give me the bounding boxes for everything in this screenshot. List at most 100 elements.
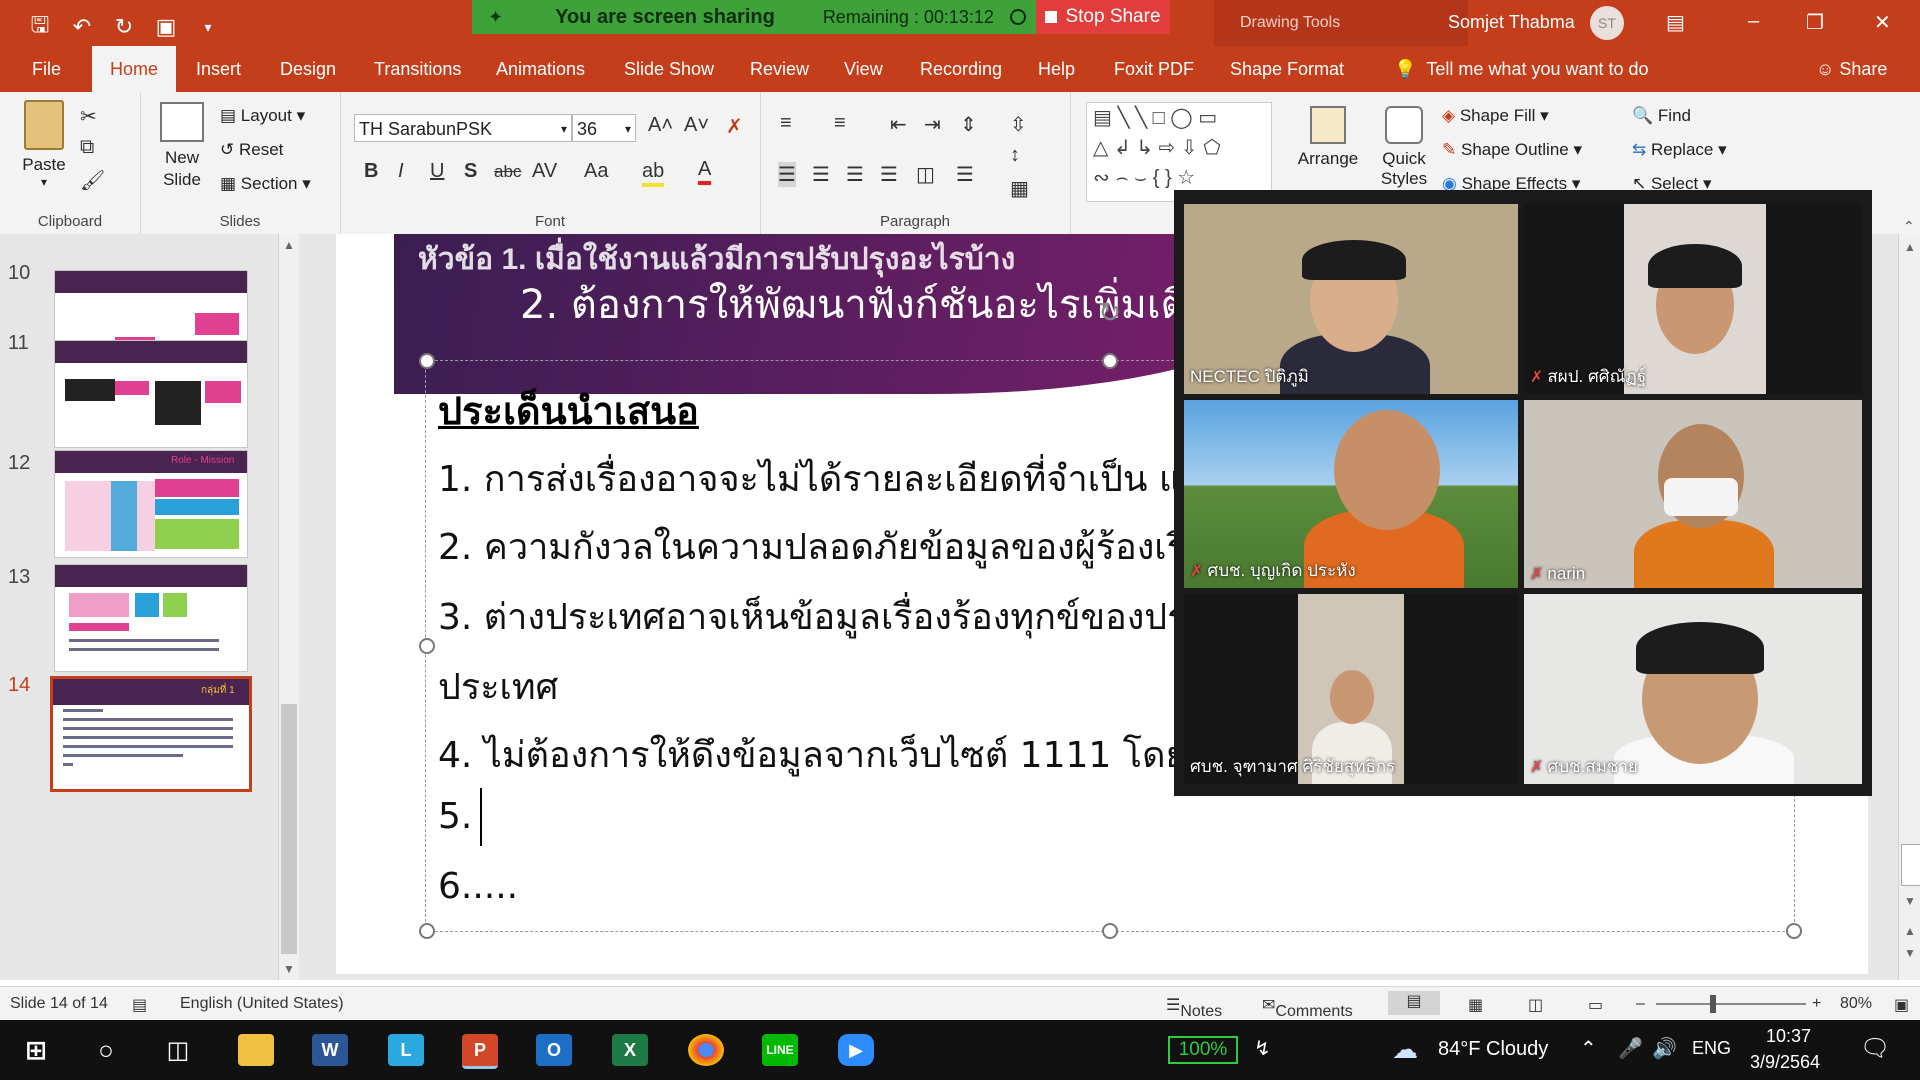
slideshow-view-icon[interactable]: ▭	[1588, 995, 1603, 1015]
rotate-handle-icon[interactable]: ↻	[1098, 296, 1121, 329]
replace-button[interactable]: ⇆ Replace ▾	[1632, 140, 1727, 160]
quick-styles-button[interactable]: Quick Styles	[1372, 106, 1436, 189]
slide-item-4[interactable]: 4. ไม่ต้องการให้ดึงข้อมูลจากเว็บไซต์ 111…	[438, 726, 1210, 783]
video-gallery-window[interactable]: NECTEC ปิติภูมิ ✗ สผป. ศศิณัฏฐ์ ✗ ศบช. บุญ…	[1174, 190, 1872, 796]
zoom-slider[interactable]	[1656, 1003, 1806, 1005]
tab-shape-format[interactable]: Shape Format	[1230, 46, 1344, 92]
tab-animations[interactable]: Animations	[496, 46, 585, 92]
justify-icon[interactable]: ☰	[880, 162, 898, 187]
increase-indent-icon[interactable]: ⇥	[924, 112, 941, 137]
clear-formatting-icon[interactable]: ✗	[726, 114, 743, 139]
pin-icon[interactable]: ✦	[488, 7, 503, 28]
font-size-combo[interactable]: 36 ▾	[572, 114, 636, 142]
tell-me-search[interactable]: 💡 Tell me what you want to do	[1394, 46, 1649, 92]
zoom-slider-thumb[interactable]	[1710, 995, 1716, 1013]
tab-help[interactable]: Help	[1038, 46, 1075, 92]
tab-slide-show[interactable]: Slide Show	[624, 46, 714, 92]
character-spacing-icon[interactable]: AV	[532, 160, 557, 183]
shape-outline-button[interactable]: ✎ Shape Outline ▾	[1442, 140, 1582, 160]
arrange-button[interactable]: Arrange	[1296, 106, 1360, 169]
slide-item-3[interactable]: 3. ต่างประเทศอาจเห็นข้อมูลเรื่องร้องทุกข…	[438, 588, 1206, 645]
show-hidden-icons[interactable]: ⌃	[1580, 1036, 1597, 1061]
copy-icon[interactable]: ⧉	[80, 136, 94, 159]
tab-review[interactable]: Review	[750, 46, 809, 92]
video-tile[interactable]: NECTEC ปิติภูมิ	[1184, 204, 1518, 394]
search-icon[interactable]: ○	[88, 1034, 124, 1066]
smartart-icon[interactable]: ▦	[1010, 176, 1029, 201]
highlight-icon[interactable]: ab	[642, 160, 665, 187]
tab-file[interactable]: File	[32, 46, 61, 92]
tab-transitions[interactable]: Transitions	[374, 46, 461, 92]
app-l-icon[interactable]: L	[388, 1034, 424, 1066]
slide-item-3-cont[interactable]: ประเทศ	[438, 658, 558, 715]
avatar[interactable]: ST	[1590, 6, 1624, 40]
battery-indicator[interactable]: 100%	[1168, 1036, 1238, 1064]
reading-view-icon[interactable]: ◫	[1528, 995, 1543, 1015]
zoom-level[interactable]: 80%	[1840, 995, 1872, 1013]
slide-scrollbar[interactable]: ⌃ ▲ ▼ ▲ ▼	[1898, 218, 1920, 980]
zoom-out-icon[interactable]: –	[1636, 995, 1645, 1013]
file-explorer-icon[interactable]	[238, 1034, 274, 1066]
layout-button[interactable]: ▤ Layout ▾	[220, 106, 305, 126]
align-right-icon[interactable]: ☰	[846, 162, 864, 187]
ribbon-display-options-icon[interactable]: ▤	[1666, 10, 1685, 35]
thumbnails-scrollbar[interactable]: ▲ ▼	[278, 234, 299, 980]
zoom-in-icon[interactable]: +	[1812, 995, 1821, 1013]
slide-item-5[interactable]: 5.	[438, 796, 472, 837]
share-button[interactable]: ☺ Share	[1816, 46, 1887, 92]
thumbnail-slide-14[interactable]: กลุ่มที่ 1	[50, 676, 252, 792]
video-tile[interactable]: ✗ สผป. ศศิณัฏฐ์	[1524, 204, 1862, 394]
resize-handle-bl[interactable]	[419, 923, 435, 939]
scroll-up-icon[interactable]: ▲	[1904, 240, 1916, 254]
font-color-icon[interactable]: A	[698, 158, 712, 185]
start-from-beginning-icon[interactable]: ▣	[154, 14, 178, 40]
tab-design[interactable]: Design	[280, 46, 336, 92]
decrease-font-icon[interactable]: A˅	[684, 114, 709, 137]
normal-view-icon[interactable]: ▤	[1388, 991, 1440, 1015]
minimize-icon[interactable]: –	[1748, 10, 1759, 33]
video-tile[interactable]: ✗ narin	[1524, 400, 1862, 588]
scroll-down-icon[interactable]: ▼	[1904, 894, 1916, 908]
shape-fill-button[interactable]: ◈ Shape Fill ▾	[1442, 106, 1549, 126]
video-tile[interactable]: ศบช. จุฑามาศ ศิริชัยสุทธิกร	[1184, 594, 1518, 784]
weather[interactable]: 84°F Cloudy	[1438, 1038, 1548, 1061]
user-name[interactable]: Somjet Thabma	[1448, 12, 1575, 33]
input-language[interactable]: ENG	[1692, 1038, 1731, 1059]
tab-foxit-pdf[interactable]: Foxit PDF	[1114, 46, 1194, 92]
section-button[interactable]: ▦ Section ▾	[220, 174, 311, 194]
resize-handle-tl[interactable]	[419, 353, 435, 369]
excel-icon[interactable]: X	[612, 1034, 648, 1066]
previous-slide-icon[interactable]: ▲	[1904, 924, 1916, 938]
collapse-ribbon-icon[interactable]: ⌃	[1903, 218, 1915, 235]
align-left-icon[interactable]: ☰	[778, 162, 796, 187]
columns-icon[interactable]: ◫	[916, 162, 935, 187]
slide-item-1[interactable]: 1. การส่งเรื่องอาจจะไม่ได้รายละเอียดที่จ…	[438, 450, 1204, 507]
decrease-indent-icon[interactable]: ⇤	[890, 112, 907, 137]
italic-icon[interactable]: I	[398, 160, 404, 183]
shadow-icon[interactable]: S	[464, 160, 477, 183]
scroll-up-icon[interactable]: ▲	[283, 238, 295, 252]
chrome-icon[interactable]	[688, 1034, 724, 1066]
slide-item-2[interactable]: 2. ความกังวลในความปลอดภัยข้อมูลของผู้ร้อ…	[438, 518, 1207, 575]
underline-icon[interactable]: U	[430, 160, 444, 183]
change-case-icon[interactable]: Aa	[584, 160, 608, 183]
microphone-icon[interactable]: 🎤	[1618, 1036, 1643, 1061]
shapes-gallery[interactable]: ▤ ╲ ╲ □ ◯ ▭ △ ↲ ↳ ⇨ ⇩ ⬠ ∾ ⌢ ⌣ { } ☆	[1086, 102, 1272, 202]
tab-home[interactable]: Home	[92, 46, 177, 92]
format-painter-icon[interactable]: 🖌	[80, 168, 105, 193]
tab-recording[interactable]: Recording	[920, 46, 1002, 92]
bold-icon[interactable]: B	[364, 160, 378, 183]
scroll-thumb[interactable]	[281, 704, 297, 954]
line-spacing-icon[interactable]: ⇕	[960, 112, 977, 137]
distributed-icon[interactable]: ☰	[956, 162, 974, 187]
font-name-combo[interactable]: TH SarabunPSK ▾	[354, 114, 572, 142]
language-status[interactable]: English (United States)	[180, 995, 344, 1013]
slide-sorter-icon[interactable]: ▦	[1468, 995, 1483, 1015]
outlook-icon[interactable]: O	[536, 1034, 572, 1066]
customize-qat-icon[interactable]: ▾	[196, 19, 220, 36]
next-slide-icon[interactable]: ▼	[1904, 946, 1916, 960]
fit-slide-icon[interactable]: ▣	[1894, 995, 1909, 1015]
powerpoint-icon[interactable]: P	[462, 1034, 498, 1069]
find-button[interactable]: 🔍 Find	[1632, 106, 1691, 126]
comments-button[interactable]: ✉ Comments	[1262, 995, 1353, 1020]
